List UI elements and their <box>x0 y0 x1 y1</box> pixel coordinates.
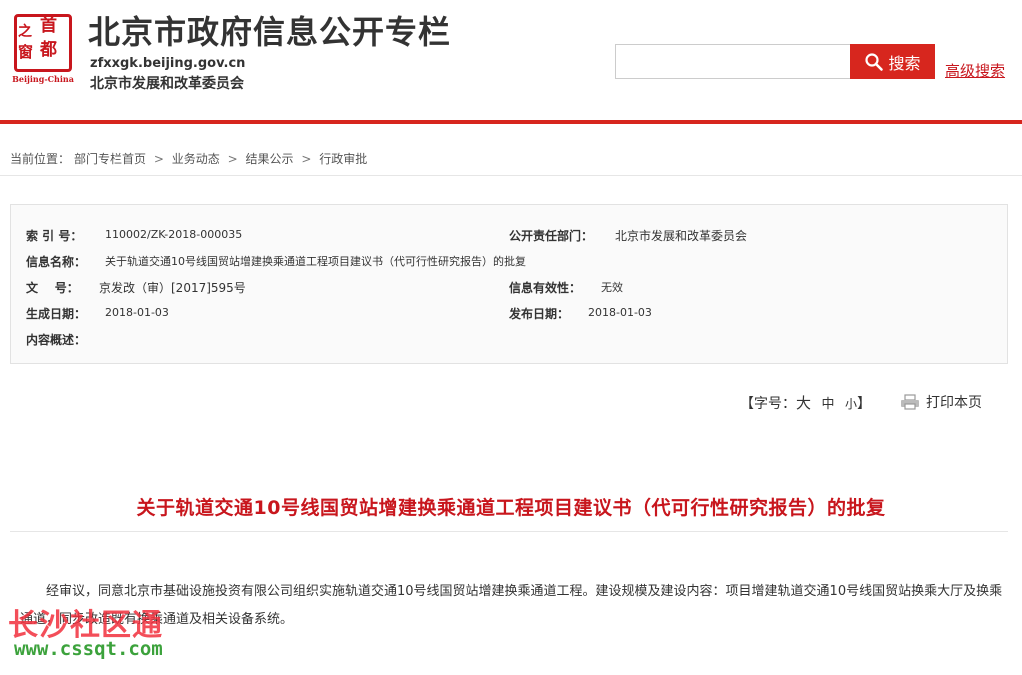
doc-value: 京发改（审）[2017]595号 <box>99 281 246 295</box>
created-label: 生成日期： <box>26 307 87 321</box>
font-size-small[interactable]: 小 <box>845 397 857 411</box>
breadcrumb-prefix: 当前位置： <box>10 152 71 166</box>
breadcrumb-separator: > <box>301 152 312 166</box>
search-button-label: 搜索 <box>888 53 921 73</box>
article-body: 经审议，同意北京市基础设施投资有限公司组织实施轨道交通10号线国贸站增建换乘通道… <box>20 584 1003 627</box>
site-logo[interactable]: 之 首 窗 都 Beijing-China <box>10 14 76 86</box>
name-label: 信息名称： <box>26 255 87 269</box>
site-title: 北京市政府信息公开专栏 <box>88 13 452 51</box>
breadcrumb-item-approval[interactable]: 行政审批 <box>319 152 367 166</box>
watermark-url: www.cssqt.com <box>14 638 163 660</box>
breadcrumb-divider <box>0 175 1022 176</box>
logo-char: 首 <box>40 16 57 36</box>
published-label: 发布日期： <box>509 307 570 321</box>
breadcrumb-item-home[interactable]: 部门专栏首页 <box>74 152 146 166</box>
published-value: 2018-01-03 <box>588 306 652 319</box>
search-icon <box>865 52 884 71</box>
printer-icon <box>901 394 919 410</box>
breadcrumb-separator: > <box>227 152 238 166</box>
search-button[interactable]: 搜索 <box>850 44 935 79</box>
header-divider <box>0 120 1022 124</box>
breadcrumb-item-news[interactable]: 业务动态 <box>172 152 220 166</box>
font-size-close: 】 <box>856 396 871 412</box>
site-org: 北京市发展和改革委员会 <box>90 76 244 92</box>
logo-char: 之 <box>18 24 32 40</box>
doc-label: 文 号： <box>26 281 79 295</box>
print-button[interactable]: 打印本页 <box>900 392 982 412</box>
site-url: zfxxgk.beijing.gov.cn <box>90 56 246 71</box>
created-value: 2018-01-03 <box>105 306 169 319</box>
font-size-large[interactable]: 大 <box>796 394 811 412</box>
logo-caption: Beijing-China <box>12 74 74 84</box>
print-label: 打印本页 <box>926 395 982 411</box>
dept-label: 公开责任部门： <box>509 229 594 243</box>
info-panel: 索 引 号： 110002/ZK-2018-000035 公开责任部门： 北京市… <box>10 204 1008 364</box>
site-header: 之 首 窗 都 Beijing-China 北京市政府信息公开专栏 zfxxgk… <box>0 0 1022 124</box>
breadcrumb-item-results[interactable]: 结果公示 <box>245 152 293 166</box>
font-size-open: 【字号： <box>740 396 796 412</box>
breadcrumb: 当前位置： 部门专栏首页 > 业务动态 > 结果公示 > 行政审批 <box>10 150 371 167</box>
search-input[interactable] <box>615 44 851 79</box>
validity-label: 信息有效性： <box>509 281 582 295</box>
summary-label: 内容概述： <box>26 333 87 347</box>
font-size-medium[interactable]: 中 <box>821 397 834 412</box>
article-title: 关于轨道交通10号线国贸站增建换乘通道工程项目建议书（代可行性研究报告）的批复 <box>136 497 886 519</box>
advanced-search-link[interactable]: 高级搜索 <box>945 60 1005 81</box>
breadcrumb-separator: > <box>153 152 164 166</box>
name-value: 关于轨道交通10号线国贸站增建换乘通道工程项目建议书（代可行性研究报告）的批复 <box>105 255 526 268</box>
validity-value: 无效 <box>601 281 623 294</box>
index-value: 110002/ZK-2018-000035 <box>105 228 243 241</box>
logo-char: 窗 <box>18 43 34 61</box>
logo-char: 都 <box>40 40 57 60</box>
font-size-control: 【字号：大 中 小】 <box>740 392 871 413</box>
title-divider <box>10 531 1008 532</box>
index-label: 索 引 号： <box>26 229 83 243</box>
dept-value: 北京市发展和改革委员会 <box>615 229 748 243</box>
